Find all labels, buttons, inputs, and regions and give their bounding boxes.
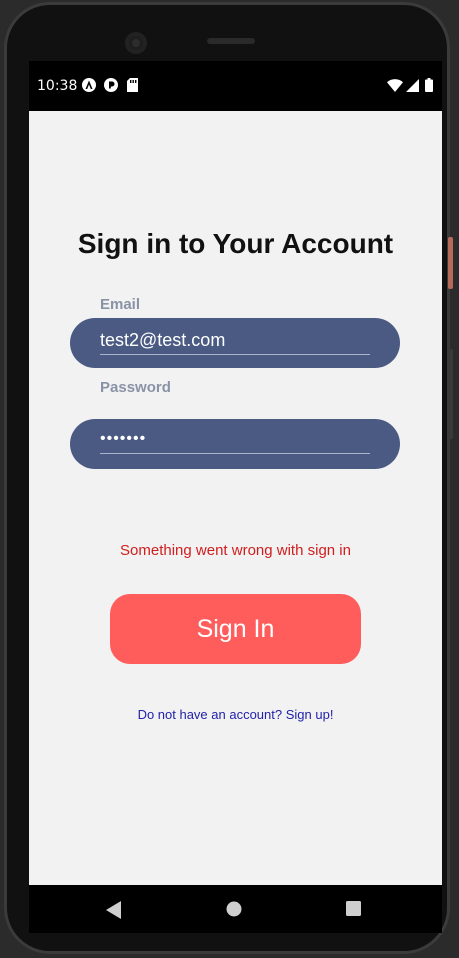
a11y-icon xyxy=(82,78,96,92)
volume-button[interactable] xyxy=(448,349,453,439)
error-message: Something went wrong with sign in xyxy=(120,542,351,559)
power-button[interactable] xyxy=(448,237,453,289)
password-field[interactable] xyxy=(100,425,370,454)
earpiece-speaker xyxy=(207,38,255,44)
sd-card-icon xyxy=(127,78,138,92)
phone-frame: 10:38 Sign in to Your Account Email test… xyxy=(4,2,453,954)
battery-icon xyxy=(425,78,433,92)
phone-screen: 10:38 Sign in to Your Account Email test… xyxy=(29,61,442,933)
email-label: Email xyxy=(100,296,141,313)
page-title: Sign in to Your Account xyxy=(77,228,394,259)
signin-screen: Sign in to Your Account Email Password S… xyxy=(29,111,442,885)
wifi-icon xyxy=(387,78,403,92)
back-icon[interactable] xyxy=(106,901,124,919)
status-time: 10:38 xyxy=(37,78,78,94)
navigation-bar xyxy=(29,885,442,933)
email-field-container xyxy=(70,318,400,368)
status-bar: 10:38 xyxy=(29,61,442,111)
sign-in-button[interactable]: Sign In xyxy=(110,594,361,664)
email-field[interactable] xyxy=(100,326,370,355)
password-label: Password xyxy=(100,379,171,396)
home-icon[interactable] xyxy=(226,901,244,919)
signal-icon xyxy=(406,78,419,92)
front-camera xyxy=(125,32,147,54)
password-field-container xyxy=(70,419,400,469)
recents-icon[interactable] xyxy=(346,901,364,919)
sign-up-link[interactable]: Do not have an account? Sign up! xyxy=(29,707,442,722)
play-protect-icon xyxy=(104,78,118,92)
